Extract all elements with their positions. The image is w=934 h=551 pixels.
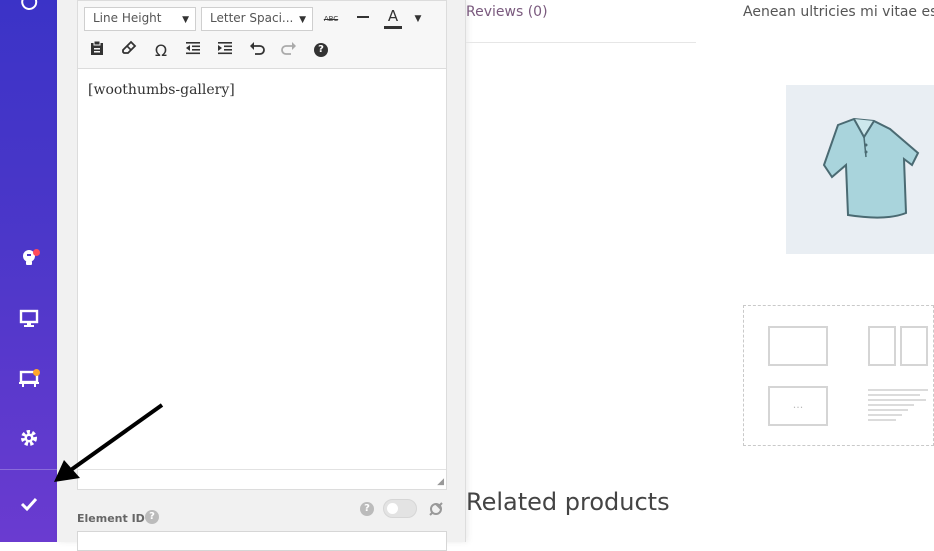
notification-dot (33, 369, 40, 376)
special-character-button[interactable]: Ω (150, 39, 172, 61)
annotation-arrow-icon (54, 403, 164, 482)
more-dots-icon: ... (792, 398, 804, 411)
paste-as-text-button[interactable] (86, 39, 108, 61)
tabs-divider (466, 42, 696, 43)
outdent-icon (185, 40, 201, 60)
undo-button[interactable] (246, 39, 268, 61)
layout-option-two-column-left[interactable] (868, 326, 896, 366)
save-changes-button[interactable] (0, 469, 57, 542)
strikethrough-icon: ABC (323, 15, 339, 23)
product-image[interactable] (786, 85, 934, 254)
eraser-icon (121, 40, 137, 60)
horizontal-line-button[interactable] (352, 8, 374, 30)
notification-dot (33, 249, 40, 256)
resize-grip-icon[interactable]: ◢ (437, 477, 444, 487)
responsive-toggle[interactable] (383, 499, 417, 518)
undo-icon (249, 40, 265, 60)
indent-icon (217, 40, 233, 60)
redo-button[interactable] (278, 39, 300, 61)
settings-button[interactable] (0, 410, 57, 470)
history-icon (19, 0, 39, 16)
layout-option-single[interactable] (768, 326, 828, 366)
text-color-button[interactable]: A (384, 6, 402, 29)
decrease-indent-button[interactable] (182, 39, 204, 61)
redo-icon (281, 40, 297, 60)
polo-shirt-icon (822, 117, 920, 219)
clear-formatting-button[interactable] (118, 39, 140, 61)
line-height-select[interactable]: Line Height ▼ (84, 7, 196, 31)
layout-option-text[interactable] (868, 388, 928, 428)
toggle-knob (387, 503, 398, 514)
element-id-label: Element ID (77, 512, 145, 525)
chevron-down-icon: ▼ (182, 15, 189, 25)
plug-icon (427, 502, 445, 522)
builder-sidebar-rail (0, 0, 57, 542)
templates-button[interactable] (0, 350, 57, 410)
chevron-down-icon: ▼ (414, 14, 422, 24)
tab-reviews[interactable]: Reviews (0) (466, 4, 548, 20)
editor-content[interactable]: [woothumbs-gallery] (88, 82, 235, 98)
history-button[interactable] (0, 0, 57, 34)
paste-icon (89, 40, 105, 60)
dynamic-help-icon[interactable]: ? (360, 502, 374, 516)
chevron-down-icon: ▼ (299, 15, 306, 25)
hints-button[interactable] (0, 230, 57, 290)
horizontal-line-icon (356, 10, 370, 28)
text-color-dropdown[interactable]: ▼ (407, 8, 429, 30)
element-id-help-icon[interactable]: ? (145, 510, 159, 524)
related-products-heading: Related products (466, 488, 670, 516)
checkmark-icon (19, 494, 39, 518)
element-id-input[interactable] (77, 531, 447, 551)
letter-spacing-label: Letter Spaci... (210, 11, 294, 25)
help-icon: ? (314, 43, 328, 57)
responsive-view-button[interactable] (0, 290, 57, 350)
increase-indent-button[interactable] (214, 39, 236, 61)
text-color-icon: A (387, 7, 399, 25)
desktop-icon (19, 308, 39, 332)
line-height-label: Line Height (93, 11, 162, 25)
dynamic-data-button[interactable] (427, 500, 445, 522)
layout-option-two-column-right[interactable] (900, 326, 928, 366)
product-description: Aenean ultricies mi vitae est. (743, 4, 934, 20)
layout-picker: ... (743, 305, 934, 446)
strikethrough-button[interactable]: ABC (320, 8, 342, 30)
omega-icon: Ω (154, 40, 168, 60)
gear-icon (19, 428, 39, 452)
help-button[interactable]: ? (310, 39, 332, 61)
text-lines-icon (868, 389, 928, 421)
text-editor-toolbar: Line Height ▼ Letter Spaci... ▼ ABC A ▼ (77, 0, 447, 68)
layout-option-more[interactable]: ... (768, 386, 828, 426)
letter-spacing-select[interactable]: Letter Spaci... ▼ (201, 7, 313, 31)
